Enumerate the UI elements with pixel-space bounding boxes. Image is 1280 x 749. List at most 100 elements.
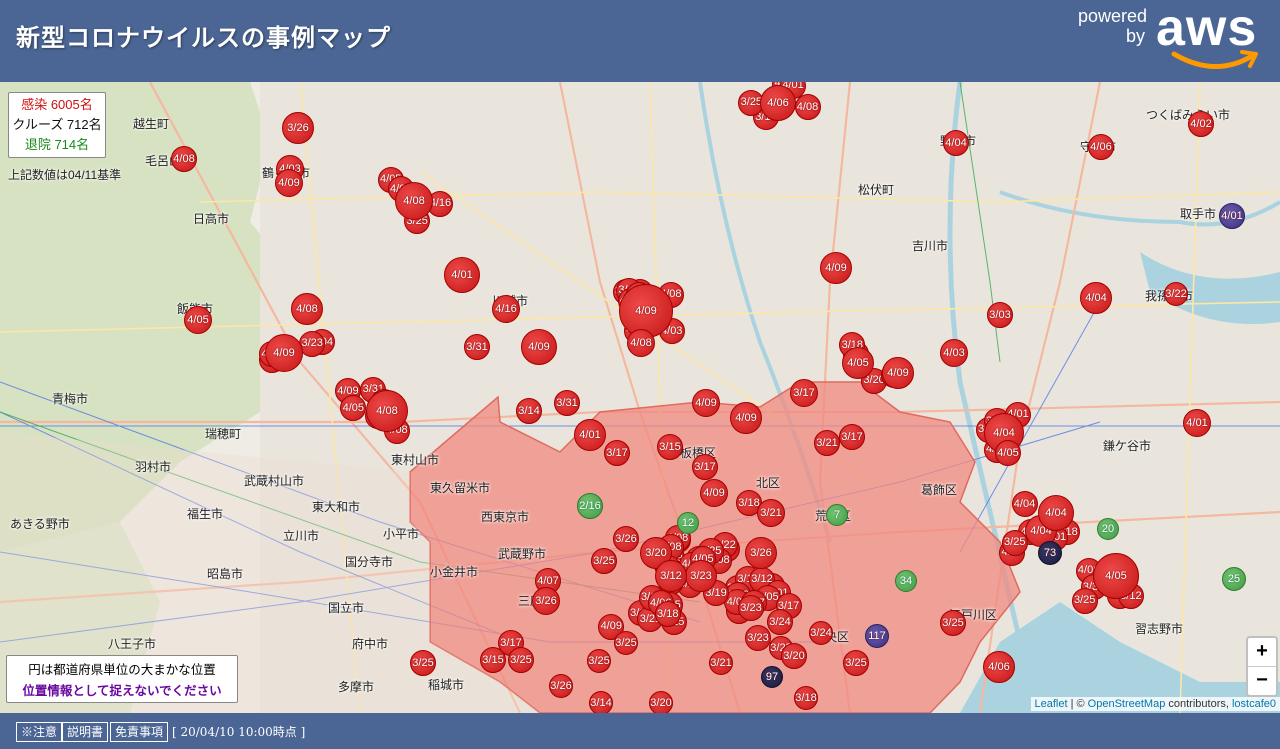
case-marker[interactable]: 3/12 <box>655 560 687 592</box>
recovered-marker[interactable]: 2/16 <box>577 493 603 519</box>
case-marker[interactable]: 3/24 <box>767 609 793 635</box>
case-marker[interactable]: 3/18 <box>654 601 681 628</box>
case-marker[interactable]: 4/06 <box>760 85 796 121</box>
case-marker[interactable]: 4/05 <box>995 440 1021 466</box>
case-marker[interactable]: 3/26 <box>745 537 777 569</box>
case-marker[interactable]: 3/17 <box>604 440 630 466</box>
case-marker[interactable]: 4/08 <box>627 329 655 357</box>
case-marker[interactable]: 3/15 <box>480 647 506 673</box>
case-marker[interactable]: 3/25 <box>1071 587 1098 614</box>
place-label: 多摩市 <box>338 680 375 694</box>
header-bar: 新型コロナウイルスの事例マップ powered by aws <box>0 0 1280 82</box>
case-marker[interactable]: 4/04 <box>943 130 969 156</box>
cluster-marker[interactable]: 4/01 <box>1219 203 1245 229</box>
case-marker[interactable]: 3/20 <box>781 643 807 669</box>
author-link[interactable]: lostcafe0 <box>1232 698 1276 710</box>
recovered-marker[interactable]: 20 <box>1097 518 1119 540</box>
case-marker[interactable]: 4/06 <box>1088 134 1114 160</box>
aws-logo[interactable]: powered by aws <box>1078 0 1268 78</box>
case-marker[interactable]: 4/01 <box>1183 409 1211 437</box>
case-marker[interactable]: 3/26 <box>549 674 573 698</box>
place-label: 北区 <box>756 476 781 490</box>
case-marker[interactable]: 3/14 <box>589 691 613 713</box>
case-marker[interactable]: 3/25 <box>940 610 966 636</box>
case-marker[interactable]: 4/04 <box>1080 282 1112 314</box>
case-marker[interactable]: 3/15 <box>657 434 683 460</box>
place-label: あきる野市 <box>10 517 70 531</box>
case-marker[interactable]: 4/03 <box>940 339 968 367</box>
case-marker[interactable]: 3/25 <box>587 649 611 673</box>
case-marker[interactable]: 3/20 <box>649 691 673 713</box>
case-marker[interactable]: 3/17 <box>839 424 865 450</box>
manual-button[interactable]: 説明書 <box>62 722 109 742</box>
case-marker[interactable]: 3/21 <box>757 499 785 527</box>
disclaimer-button[interactable]: 免責事項 <box>110 722 169 742</box>
leaflet-link[interactable]: Leaflet <box>1035 698 1068 710</box>
case-marker[interactable]: 3/25 <box>410 650 436 676</box>
recovered-marker[interactable]: 34 <box>895 570 917 592</box>
case-marker[interactable]: 3/14 <box>516 398 542 424</box>
case-marker[interactable]: 4/09 <box>692 389 720 417</box>
zoom-out-button[interactable]: − <box>1248 667 1276 695</box>
case-marker[interactable]: 4/09 <box>882 357 914 389</box>
case-marker[interactable]: 4/16 <box>492 295 520 323</box>
case-marker[interactable]: 3/18 <box>794 686 818 710</box>
case-marker[interactable]: 4/08 <box>171 146 197 172</box>
case-marker[interactable]: 4/01 <box>574 419 606 451</box>
case-marker[interactable]: 4/05 <box>1093 553 1139 599</box>
case-marker[interactable]: 4/09 <box>730 402 762 434</box>
case-marker[interactable]: 4/04 <box>1011 491 1038 518</box>
recovered-marker[interactable]: 7 <box>826 504 848 526</box>
osm-link[interactable]: OpenStreetMap <box>1088 698 1166 710</box>
case-marker[interactable]: 3/17 <box>692 454 718 480</box>
case-marker[interactable]: 3/25 <box>843 650 869 676</box>
cluster-marker[interactable]: 117 <box>865 624 889 648</box>
case-marker[interactable]: 4/08 <box>794 94 821 121</box>
case-marker[interactable]: 3/17 <box>790 379 818 407</box>
case-marker[interactable]: 3/21 <box>709 651 733 675</box>
case-marker[interactable]: 3/03 <box>987 302 1013 328</box>
cluster-marker[interactable]: 97 <box>761 666 783 688</box>
case-marker[interactable]: 4/01 <box>444 257 480 293</box>
case-marker[interactable]: 4/09 <box>700 479 728 507</box>
case-marker[interactable]: 4/09 <box>265 334 303 372</box>
zoom-in-button[interactable]: + <box>1248 638 1276 667</box>
case-marker[interactable]: 4/08 <box>291 293 323 325</box>
recovered-marker[interactable]: 25 <box>1222 567 1246 591</box>
case-marker[interactable]: 3/31 <box>464 334 490 360</box>
case-marker[interactable]: 3/25 <box>1001 529 1028 556</box>
case-marker[interactable]: 3/22 <box>1164 282 1188 306</box>
place-label: 国分寺市 <box>345 555 394 569</box>
case-marker[interactable]: 4/04 <box>1038 495 1074 531</box>
caution-button[interactable]: ※注意 <box>16 722 63 742</box>
place-label: 国立市 <box>328 601 365 615</box>
case-marker[interactable]: 3/26 <box>282 112 314 144</box>
case-marker[interactable]: 3/26 <box>532 587 560 615</box>
place-label: 習志野市 <box>1135 622 1184 636</box>
case-marker[interactable]: 3/26 <box>613 526 639 552</box>
case-marker[interactable]: 3/23 <box>745 625 771 651</box>
case-marker[interactable]: 3/31 <box>554 390 580 416</box>
map-view[interactable]: 日高市 飯能市 青梅市 羽村市 武蔵村山市 東村山市 東久留米市 西東京市 武蔵… <box>0 82 1280 713</box>
place-label: 東久留米市 <box>430 481 491 495</box>
case-marker[interactable]: 4/09 <box>275 169 303 197</box>
case-marker[interactable]: 3/23 <box>685 560 717 592</box>
case-marker[interactable]: 3/25 <box>591 548 617 574</box>
case-marker[interactable]: 4/05 <box>184 306 212 334</box>
case-marker[interactable]: 3/25 <box>614 631 638 655</box>
case-marker[interactable]: 3/24 <box>809 621 833 645</box>
case-marker[interactable]: 4/08 <box>395 182 433 220</box>
case-marker[interactable]: 3/23 <box>738 595 764 621</box>
recovered-marker[interactable]: 12 <box>677 512 699 534</box>
place-label: 松伏町 <box>858 183 895 197</box>
cluster-marker[interactable]: 73 <box>1038 541 1062 565</box>
case-marker[interactable]: 4/05 <box>842 347 874 379</box>
case-marker[interactable]: 3/21 <box>814 430 840 456</box>
case-marker[interactable]: 3/25 <box>508 647 534 673</box>
case-marker[interactable]: 4/02 <box>1188 111 1214 137</box>
case-marker[interactable]: 4/09 <box>521 329 557 365</box>
case-marker[interactable]: 4/06 <box>983 651 1015 683</box>
case-marker[interactable]: 4/09 <box>820 252 852 284</box>
case-marker[interactable]: 4/08 <box>366 390 408 432</box>
case-marker[interactable]: 3/23 <box>299 330 326 357</box>
